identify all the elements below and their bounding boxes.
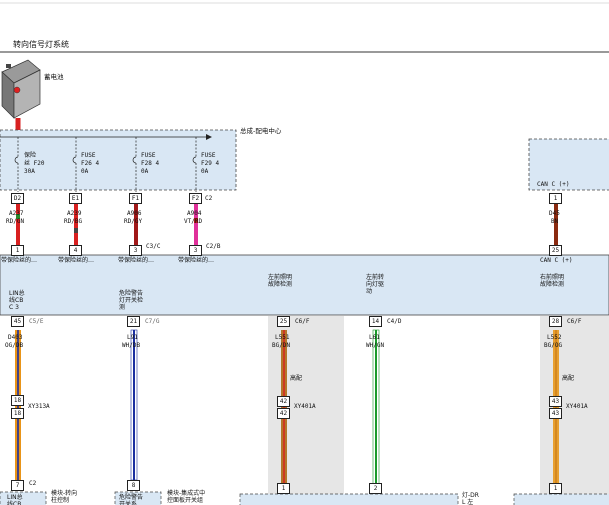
wire-a904-id: A904 (187, 210, 202, 217)
bcm-pin-4: 4 (69, 245, 82, 256)
splice-xy313a-pin-2: 18 (11, 408, 24, 419)
bcm-fuse-label-2: 带保险丝的… (58, 257, 95, 264)
pdc-pin-e1: E1 (69, 193, 82, 204)
bcm-can-label: CAN C (+) (540, 257, 573, 264)
bcm-pin-3b: 3 (189, 245, 202, 256)
pdc-pin-f2: F2 (189, 193, 202, 204)
wire-l551-color: BG/DN (272, 342, 291, 349)
bcm-fuse-label-1: 带保险丝的… (1, 257, 38, 264)
bcm-input-hazard-label: 危险警告 灯开关检 测 (119, 290, 144, 311)
bcm-input-rf-fault-label: 右前照明 故障检测 (540, 274, 565, 288)
lamp-left-pin-1: 1 (277, 483, 290, 494)
wire-a237-color: RD/GN (6, 218, 25, 225)
bcm-fuse-label-3: 带保险丝的… (118, 257, 155, 264)
can-module-pin: 1 (549, 193, 562, 204)
bcm-conn-c4d: C4/D (387, 318, 402, 325)
pdc-pin-f1: F1 (129, 193, 142, 204)
wire-d45-id: D45 (549, 210, 560, 217)
bcm-pin-14: 14 (369, 316, 382, 327)
lamp-mid-pin-2: 2 (369, 483, 382, 494)
splice-xy313a-pin-1: 18 (11, 395, 24, 406)
wire-a237-id: A237 (9, 210, 24, 217)
wire-l61-color: WH/GN (366, 342, 385, 349)
bcm-pin-28: 28 (549, 316, 562, 327)
pdc-label: 总成-配电中心 (240, 127, 282, 135)
wire-a239-color: RD/BG (64, 218, 83, 225)
wire-d403-color: OG/DB (5, 342, 24, 349)
lamp-box-right (513, 493, 609, 505)
splice-xy401a-right-pin-2: 43 (549, 408, 562, 419)
pdc-conn-c2: C2 (205, 195, 213, 202)
lamp-box-left (239, 493, 459, 505)
steering-module-label: 模块-转向 柱控制 (51, 490, 78, 504)
right-high-config-label: 高配 (562, 375, 575, 382)
bcm-input-lin-label: LIN总 线CB C 3 (9, 290, 25, 311)
wire-a904-color: VT/RD (184, 218, 203, 225)
fuse-f28-label: FUSE F28 4 0A (141, 152, 160, 175)
bcm-pin-3a: 3 (129, 245, 142, 256)
bcm-conn-c7g: C7/G (145, 318, 160, 325)
wire-l91-id: L91 (127, 334, 138, 341)
can-module-label: CAN C (+) (537, 181, 570, 188)
bcm-pin-1: 1 (11, 245, 24, 256)
lin-box-label: LIN总 线CB (7, 494, 23, 505)
center-panel-module-label: 模块-集成式中 控面板开关组 (167, 490, 206, 504)
bcm-pin-21: 21 (127, 316, 140, 327)
splice-xy401a-left-pin-2: 42 (277, 408, 290, 419)
wire-l91 (130, 329, 138, 481)
bcm-conn-c6f-left: C6/F (295, 318, 310, 325)
wire-l552-color: BG/OG (544, 342, 563, 349)
bcm-conn-c3c: C3/C (146, 243, 161, 250)
bcm-conn-c5e: C5/E (29, 318, 44, 325)
wire-a906-id: A906 (127, 210, 142, 217)
bcm-pin-25: 25 (549, 245, 562, 256)
wire-l61-id: L61 (369, 334, 380, 341)
lin-pin-7: 7 (11, 480, 24, 491)
battery-icon (1, 59, 41, 119)
fuse-f26-label: FUSE F26 4 0A (81, 152, 100, 175)
wire-a906-color: RD/GY (124, 218, 143, 225)
hazard-pin-8: 8 (127, 480, 140, 491)
battery-label: 蓄电池 (44, 73, 64, 81)
bcm-conn-c6f-right: C6/F (567, 318, 582, 325)
wire-l91-color: WH/DB (122, 342, 141, 349)
splice-xy401a-left-pin-1: 42 (277, 396, 290, 407)
fuse-f20-label: 保险 丝 F20 30A (24, 152, 45, 175)
wire-d403-id: D403 (8, 334, 23, 341)
wiring-diagram: 转向信号灯系统 蓄电池 总成-配电中心 保险 丝 F20 30A FUSE F2… (0, 0, 609, 505)
lamp-right-pin-1: 1 (549, 483, 562, 494)
left-high-config-label: 高配 (290, 375, 303, 382)
wire-a239-id: A239 (67, 210, 82, 217)
bcm-box (0, 254, 609, 316)
bcm-input-lf-fault-label: 左前照明 故障检测 (268, 274, 293, 288)
bcm-input-lf-turn-label: 左前转 向灯驱 动 (366, 274, 385, 295)
wire-l552-id: L552 (547, 334, 562, 341)
pdc-pin-d2: D2 (11, 193, 24, 204)
wire-l61 (372, 329, 380, 486)
bcm-conn-c2b: C2/B (206, 243, 221, 250)
diagram-graphics (0, 2, 609, 505)
splice-xy401a-left-label: XY401A (294, 403, 316, 410)
bcm-fuse-label-4: 带保险丝的… (178, 257, 215, 264)
splice-xy313a-label: XY313A (28, 403, 50, 410)
page-title: 转向信号灯系统 (13, 40, 69, 49)
drl-left-lamp-label: 灯-DR L 左 (462, 492, 479, 505)
bcm-pin-45: 45 (11, 316, 24, 327)
wire-d45-color: BN (551, 218, 559, 225)
lin-conn-c2: C2 (29, 480, 37, 487)
bcm-pin-25b: 25 (277, 316, 290, 327)
hazard-box-label: 危险警告 开关系 (119, 494, 144, 505)
fuse-f29-label: FUSE F29 4 0A (201, 152, 220, 175)
wire-l551-id: L551 (275, 334, 290, 341)
splice-xy401a-right-label: XY401A (566, 403, 588, 410)
splice-xy401a-right-pin-1: 43 (549, 396, 562, 407)
